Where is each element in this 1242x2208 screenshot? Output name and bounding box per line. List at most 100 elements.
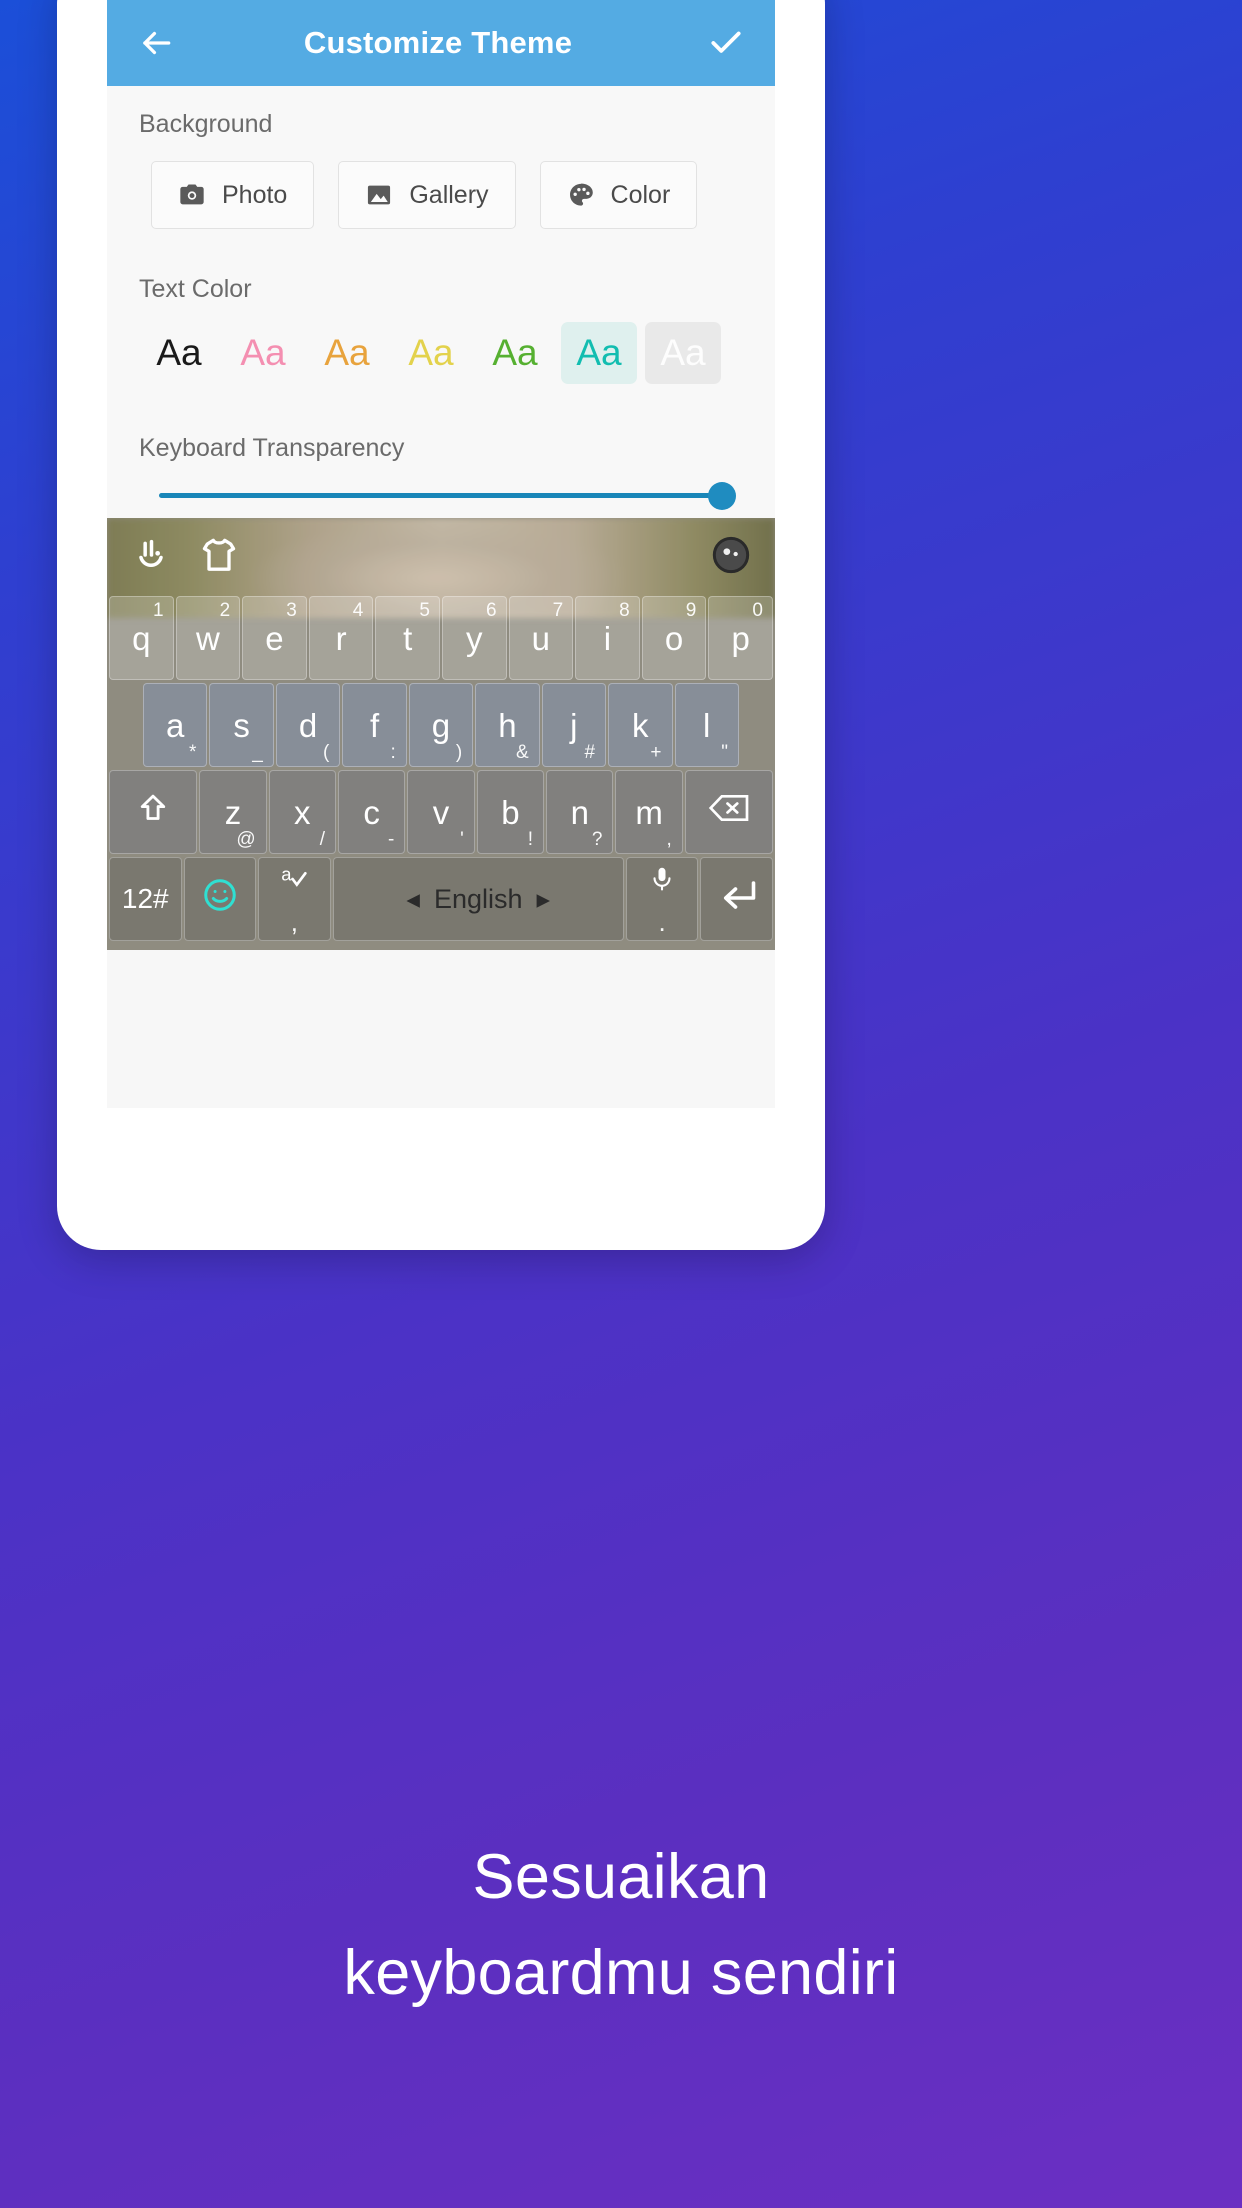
page-title: Customize Theme — [303, 25, 573, 60]
text-color-swatch-orange[interactable]: Aa — [309, 322, 385, 384]
key-label: x — [294, 793, 311, 831]
key-b[interactable]: b! — [476, 770, 545, 854]
key-r[interactable]: 4r — [308, 596, 374, 680]
swatch-sample-text: Aa — [660, 332, 706, 373]
key-label: v — [432, 793, 450, 831]
key-p[interactable]: 0p — [708, 596, 773, 680]
settings-dial-icon[interactable] — [711, 535, 751, 580]
theme-shirt-icon[interactable] — [199, 535, 239, 580]
text-color-section-label: Text Color — [139, 275, 252, 303]
keyboard-preview: 1q 2w 3e 4r 5t 6y 7u 8i 9o 0p a * s _ d( f… — [107, 518, 775, 950]
key-sup: 6 — [485, 600, 497, 621]
key-j[interactable]: j # — [541, 683, 607, 767]
shift-icon — [136, 791, 170, 833]
key-q[interactable]: 1q — [109, 596, 174, 680]
swatch-sample-text: Aa — [492, 332, 538, 373]
key-a[interactable]: a * — [143, 683, 208, 767]
color-button-label: Color — [610, 180, 671, 209]
emoji-icon — [201, 876, 239, 922]
key-e[interactable]: 3e — [242, 596, 307, 680]
key-label: z — [224, 793, 242, 831]
key-label: t — [403, 619, 413, 657]
background-section-label: Background — [139, 110, 273, 138]
color-button[interactable]: Color — [539, 161, 698, 229]
key-u[interactable]: 7u — [508, 596, 574, 680]
text-color-swatch-green[interactable]: Aa — [477, 322, 553, 384]
gallery-button-label: Gallery — [409, 180, 489, 209]
key-label: 12# — [121, 883, 169, 914]
key-o[interactable]: 9o — [641, 596, 707, 680]
shift-key[interactable] — [109, 770, 198, 854]
key-sup: 4 — [352, 600, 364, 621]
key-y[interactable]: 6y — [441, 596, 507, 680]
space-key-language-label: English — [433, 883, 523, 914]
key-sub: @ — [236, 829, 256, 850]
palette-icon — [567, 181, 595, 209]
key-label: f — [369, 706, 380, 744]
gallery-button[interactable]: Gallery — [338, 161, 516, 229]
key-sub: , — [666, 829, 672, 850]
next-language-arrow-icon[interactable]: ▸ — [537, 884, 551, 915]
key-t[interactable]: 5t — [375, 596, 440, 680]
key-d[interactable]: d( — [275, 683, 341, 767]
keyboard-toolbar — [107, 518, 775, 596]
key-n[interactable]: n? — [546, 770, 614, 854]
text-color-swatches: Aa Aa Aa Aa Aa Aa Aa — [107, 304, 775, 384]
key-sub: * — [189, 742, 197, 763]
check-icon[interactable] — [703, 20, 749, 66]
photo-button[interactable]: Photo — [151, 161, 315, 229]
autocorrect-key[interactable]: a , — [258, 857, 331, 941]
text-color-swatch-teal[interactable]: Aa — [561, 322, 637, 384]
key-m[interactable]: m, — [615, 770, 683, 854]
phone-frame: Customize Theme Background Photo Gallery… — [57, 0, 825, 1250]
key-h[interactable]: h & — [475, 683, 540, 767]
key-sub: " — [721, 742, 728, 763]
key-sub: : — [390, 742, 396, 763]
key-label: p — [731, 619, 750, 657]
key-g[interactable]: g) — [408, 683, 474, 767]
gesture-typing-icon[interactable] — [131, 535, 171, 580]
slider-thumb[interactable] — [708, 482, 736, 510]
symbols-key[interactable]: 12# — [109, 857, 182, 941]
image-icon — [365, 181, 393, 209]
key-c[interactable]: c- — [337, 770, 406, 854]
text-color-swatch-white[interactable]: Aa — [645, 322, 721, 384]
app-bar: Customize Theme — [107, 0, 775, 86]
key-s[interactable]: s _ — [209, 683, 274, 767]
prev-language-arrow-icon[interactable]: ◂ — [406, 884, 420, 915]
key-label: g — [431, 706, 451, 744]
mic-icon — [648, 864, 676, 902]
enter-icon — [716, 878, 758, 920]
key-label: d — [298, 706, 318, 744]
key-label: m — [635, 793, 663, 831]
space-key[interactable]: ◂ English ▸ — [332, 857, 624, 941]
keyboard-row-3: z @ x / c- v ' b! n? m, — [107, 770, 775, 854]
mic-key[interactable]: . — [625, 857, 699, 941]
swatch-sample-text: Aa — [324, 332, 370, 373]
key-l[interactable]: l " — [674, 683, 739, 767]
enter-key[interactable] — [700, 857, 773, 941]
text-color-swatch-black[interactable]: Aa — [141, 322, 217, 384]
text-color-swatch-yellow[interactable]: Aa — [393, 322, 469, 384]
key-sub: + — [650, 742, 662, 763]
text-color-swatch-pink[interactable]: Aa — [225, 322, 301, 384]
camera-icon — [178, 181, 206, 209]
key-v[interactable]: v ' — [407, 770, 475, 854]
transparency-slider[interactable] — [107, 463, 775, 510]
key-i[interactable]: 8i — [575, 596, 640, 680]
autocorrect-icon: a — [277, 862, 311, 904]
key-label: o — [664, 619, 684, 657]
key-x[interactable]: x / — [268, 770, 336, 854]
key-z[interactable]: z @ — [199, 770, 267, 854]
key-w[interactable]: 2w — [175, 596, 241, 680]
key-sub: # — [584, 742, 596, 763]
key-k[interactable]: k + — [608, 683, 673, 767]
key-f[interactable]: f: — [342, 683, 407, 767]
emoji-key[interactable] — [183, 857, 257, 941]
key-sup: 5 — [419, 600, 430, 621]
background-buttons: Photo Gallery Color — [107, 139, 775, 229]
key-label: u — [531, 619, 551, 657]
keyboard-row-4: 12# a , ◂ English ▸ . — [107, 857, 775, 941]
backspace-key[interactable] — [684, 770, 774, 854]
slider-track[interactable] — [159, 482, 736, 510]
